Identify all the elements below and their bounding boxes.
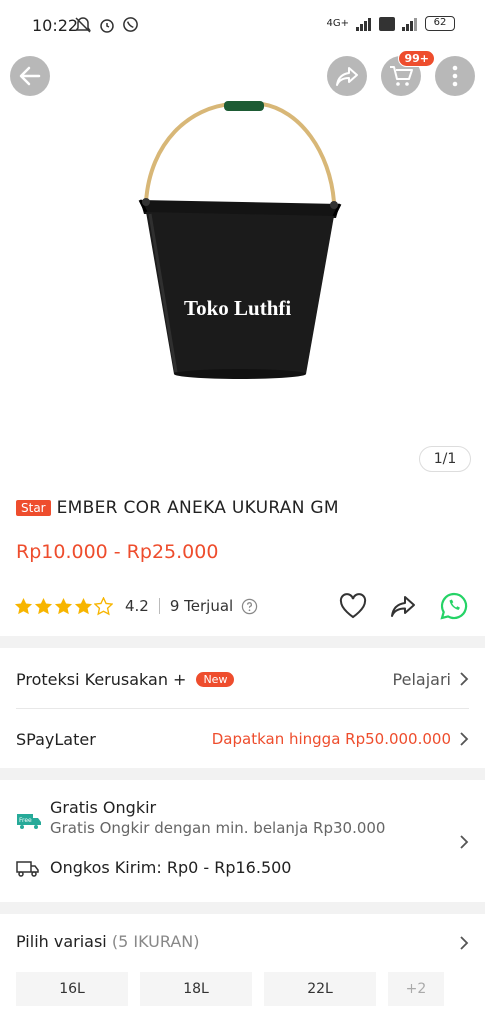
free-shipping-title: Gratis Ongkir: [50, 798, 157, 817]
product-photo-bucket: [138, 101, 342, 379]
status-bar: 10:22 4G+ 62: [0, 0, 485, 52]
whatsapp-status-icon: [123, 17, 138, 32]
product-title-row: Star EMBER COR ANEKA UKURAN GM: [16, 498, 469, 518]
alarm-icon: [100, 19, 114, 33]
protection-label: Proteksi Kerusakan +: [16, 669, 187, 689]
status-time: 10:22: [32, 16, 79, 35]
variant-title: Pilih variasi: [16, 932, 107, 951]
rating-stars: [14, 596, 113, 616]
variant-option[interactable]: 16L: [16, 972, 128, 1006]
share-icon[interactable]: [389, 593, 417, 619]
product-title: EMBER COR ANEKA UKURAN GM: [56, 498, 339, 518]
variant-count: (5 IKURAN): [111, 932, 200, 951]
favorite-heart-icon[interactable]: [339, 593, 367, 619]
new-badge: New: [196, 671, 235, 687]
product-price: Rp10.000 - Rp25.000: [16, 541, 219, 563]
paylater-row[interactable]: SPayLater Dapatkan hingga Rp50.000.000: [16, 726, 469, 752]
chevron-right-icon: [460, 672, 469, 686]
learn-more-link[interactable]: Pelajari: [393, 670, 451, 689]
sold-count: 9 Terjual: [169, 597, 234, 615]
mute-icon: [75, 17, 91, 33]
help-icon[interactable]: [241, 598, 258, 615]
shipping-section[interactable]: Free Gratis Ongkir Gratis Ongkir dengan …: [16, 798, 469, 888]
free-shipping-subtitle: Gratis Ongkir dengan min. belanja Rp30.0…: [50, 819, 386, 837]
rating-value: 4.2: [125, 597, 149, 615]
chevron-right-icon[interactable]: [459, 935, 469, 951]
rating-row: 4.2 9 Terjual: [14, 592, 469, 620]
whatsapp-share-icon[interactable]: [439, 591, 469, 621]
volte-icon: [379, 16, 395, 31]
variant-header[interactable]: Pilih variasi (5 IKURAN): [16, 932, 199, 951]
shipping-cost: Ongkos Kirim: Rp0 - Rp16.500: [50, 858, 292, 877]
star-seller-badge: Star: [16, 500, 51, 516]
svg-text:Free: Free: [19, 817, 32, 824]
row-separator: [16, 708, 469, 709]
battery-icon: 62: [425, 16, 455, 31]
paylater-label: SPayLater: [16, 729, 96, 749]
truck-icon: [16, 861, 39, 877]
section-divider: [0, 768, 485, 780]
star-icon: [54, 597, 73, 614]
image-watermark: Toko Luthfi: [184, 296, 292, 320]
star-icon: [14, 597, 33, 614]
signal-2-icon: [402, 17, 417, 31]
protection-row[interactable]: Proteksi Kerusakan + New Pelajari: [16, 666, 469, 692]
free-shipping-icon: Free: [17, 814, 41, 829]
star-icon: [34, 597, 53, 614]
network-label: 4G+: [326, 18, 350, 29]
star-outline-icon: [94, 596, 113, 615]
status-right: 4G+ 62: [326, 16, 455, 31]
variant-options: 16L 18L 22L +2: [16, 972, 444, 1006]
section-divider: [0, 636, 485, 648]
variant-option[interactable]: 22L: [264, 972, 376, 1006]
signal-icon: [356, 17, 371, 31]
chevron-right-icon: [460, 835, 469, 849]
variant-more[interactable]: +2: [388, 972, 444, 1006]
star-icon: [74, 597, 93, 614]
product-image-area[interactable]: 99+ Toko Luthfi 1/1: [0, 50, 485, 482]
paylater-offer: Dapatkan hingga Rp50.000.000: [211, 730, 451, 748]
chevron-right-icon: [460, 732, 469, 746]
section-divider: [0, 902, 485, 914]
variant-option[interactable]: 18L: [140, 972, 252, 1006]
divider: [158, 598, 160, 614]
image-counter: 1/1: [419, 446, 471, 472]
